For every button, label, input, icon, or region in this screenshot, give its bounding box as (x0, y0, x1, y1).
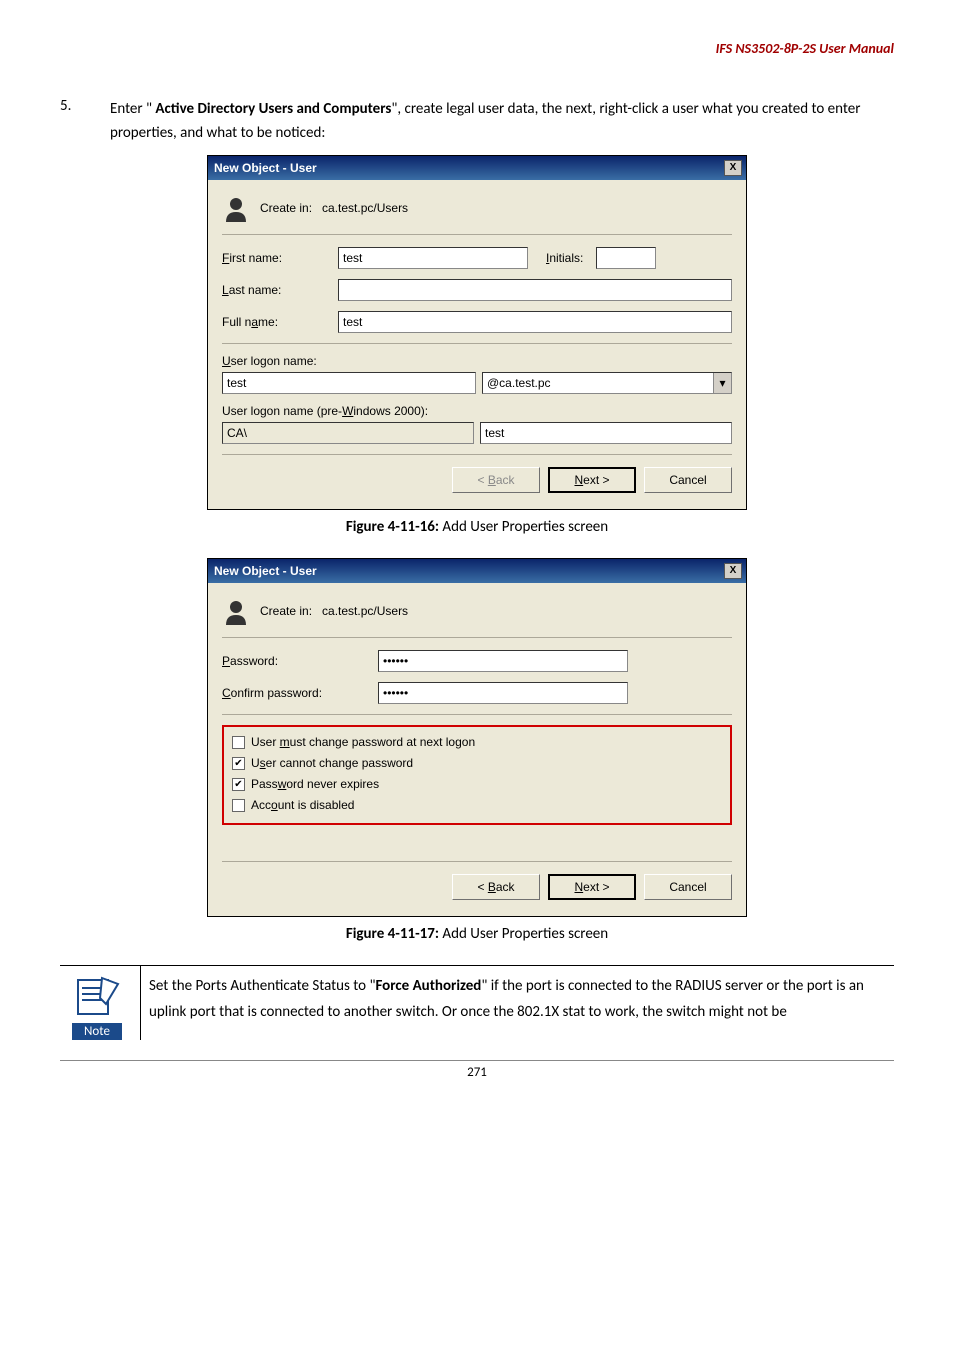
note-icon (72, 974, 122, 1018)
dialog-titlebar: New Object - User X (208, 156, 746, 180)
account-disabled-checkbox[interactable] (232, 799, 245, 812)
next-button[interactable]: Next > (548, 874, 636, 900)
note-text: Set the Ports Authenticate Status to "Fo… (140, 966, 894, 1040)
dialog-titlebar: New Object - User X (208, 559, 746, 583)
last-name-input[interactable] (338, 279, 732, 301)
account-disabled-label: Account is disabled (251, 798, 354, 812)
initials-input[interactable] (596, 247, 656, 269)
cancel-button[interactable]: Cancel (644, 467, 732, 493)
back-button[interactable]: < Back (452, 467, 540, 493)
instruction-step: 5. Enter " Active Directory Users and Co… (60, 97, 894, 145)
back-button[interactable]: < Back (452, 874, 540, 900)
note-bold: Force Authorized (375, 977, 481, 995)
create-in-row: Create in: ca.test.pc/Users (222, 194, 732, 235)
first-name-input[interactable] (338, 247, 528, 269)
user-logon-label: User logon name: (222, 354, 732, 368)
user-head-icon (222, 597, 250, 625)
caption1-bold: Figure 4-11-16: (346, 518, 439, 536)
pre2000-domain-display: CA\ (222, 422, 474, 444)
figure-caption-2: Figure 4-11-17: Add User Properties scre… (60, 925, 894, 943)
user-logon-input[interactable] (222, 372, 476, 394)
create-in-path: ca.test.pc/Users (322, 604, 408, 618)
pre2000-user-input[interactable] (480, 422, 732, 444)
create-in-row: Create in: ca.test.pc/Users (222, 597, 732, 638)
password-label: Password: (222, 654, 372, 668)
next-button[interactable]: Next > (548, 467, 636, 493)
cancel-button[interactable]: Cancel (644, 874, 732, 900)
password-input[interactable] (378, 650, 628, 672)
caption2-rest: Add User Properties screen (439, 925, 608, 943)
create-in-label: Create in: (260, 201, 312, 215)
note-block: Note Set the Ports Authenticate Status t… (60, 965, 894, 1040)
note-before: Set the Ports Authenticate Status to " (149, 977, 375, 995)
close-button[interactable]: X (724, 160, 742, 176)
new-user-dialog-1: New Object - User X Create in: ca.test.p… (207, 155, 747, 510)
confirm-password-label: Confirm password: (222, 686, 372, 700)
full-name-label: Full name: (222, 315, 332, 329)
domain-dropdown[interactable]: @ca.test.pc ▾ (482, 372, 732, 394)
password-options-highlight: User must change password at next logon … (222, 725, 732, 825)
step-number: 5. (60, 97, 90, 145)
step-text-before: Enter " (110, 100, 155, 118)
step-text-bold: Active Directory Users and Computers (155, 100, 391, 118)
figure-caption-1: Figure 4-11-16: Add User Properties scre… (60, 518, 894, 536)
caption1-rest: Add User Properties screen (439, 518, 608, 536)
note-label: Note (72, 1023, 122, 1040)
cannot-change-checkbox[interactable]: ✔ (232, 757, 245, 770)
initials-label: Initials: (546, 251, 590, 265)
must-change-label: User must change password at next logon (251, 735, 475, 749)
domain-selected: @ca.test.pc (487, 376, 551, 390)
last-name-label: Last name: (222, 283, 332, 297)
first-name-label: First name: (222, 251, 332, 265)
user-head-icon (222, 194, 250, 222)
confirm-password-input[interactable] (378, 682, 628, 704)
caption2-bold: Figure 4-11-17: (346, 925, 439, 943)
pre2000-label: User logon name (pre-Windows 2000): (222, 404, 732, 418)
page-number: 271 (60, 1060, 894, 1080)
chevron-down-icon: ▾ (713, 373, 731, 393)
full-name-input[interactable] (338, 311, 732, 333)
close-button[interactable]: X (724, 563, 742, 579)
new-user-dialog-2: New Object - User X Create in: ca.test.p… (207, 558, 747, 917)
dialog-title: New Object - User (214, 161, 317, 175)
never-expires-checkbox[interactable]: ✔ (232, 778, 245, 791)
never-expires-label: Password never expires (251, 777, 379, 791)
step-text: Enter " Active Directory Users and Compu… (110, 97, 894, 145)
must-change-checkbox[interactable] (232, 736, 245, 749)
page-header-title: IFS NS3502-8P-2S User Manual (60, 40, 894, 57)
dialog-title: New Object - User (214, 564, 317, 578)
cannot-change-label: User cannot change password (251, 756, 413, 770)
create-in-label: Create in: (260, 604, 312, 618)
create-in-path: ca.test.pc/Users (322, 201, 408, 215)
